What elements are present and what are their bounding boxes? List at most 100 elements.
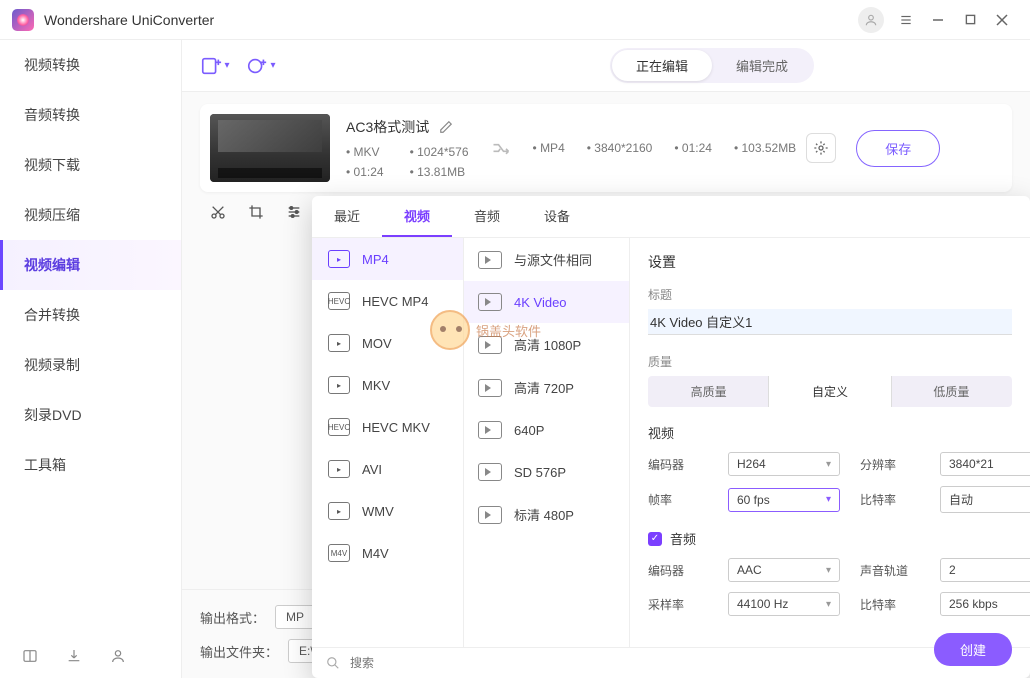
audio-sample-select[interactable]: 44100 Hz▾: [728, 592, 840, 616]
minimize-icon[interactable]: [922, 4, 954, 36]
out-res: • 3840*2160: [587, 141, 653, 155]
preset-720p[interactable]: 高清 720P: [464, 366, 629, 409]
quality-low[interactable]: 低质量: [891, 376, 1012, 407]
download-icon[interactable]: [66, 648, 82, 664]
src-size: • 13.81MB: [410, 165, 469, 179]
settings-panel: 设置 标题 质量 高质量 自定义 低质量 视频 编码器 H264▾ 分辨率 38…: [630, 238, 1030, 647]
sidebar-item-video-record[interactable]: 视频录制: [0, 340, 181, 390]
format-popup: 最近 视频 音频 设备 ▸MP4 HEVCHEVC MP4 ▸MOV ▸MKV …: [312, 196, 1030, 678]
sidebar-item-toolbox[interactable]: 工具箱: [0, 440, 181, 490]
audio-encoder-label: 编码器: [648, 562, 708, 579]
format-mp4[interactable]: ▸MP4: [312, 238, 463, 280]
popup-search-bar: [312, 647, 1030, 678]
rename-icon[interactable]: [439, 120, 453, 134]
maximize-icon[interactable]: [954, 4, 986, 36]
cut-icon[interactable]: [210, 204, 234, 220]
format-wmv[interactable]: ▸WMV: [312, 490, 463, 532]
video-fps-select[interactable]: 60 fps▾: [728, 488, 840, 512]
audio-bitrate-label: 比特率: [860, 596, 920, 613]
popup-tab-device[interactable]: 设备: [522, 196, 592, 237]
format-hevc-mkv[interactable]: HEVCHEVC MKV: [312, 406, 463, 448]
quality-high[interactable]: 高质量: [648, 376, 769, 407]
audio-bitrate-select[interactable]: 256 kbps: [940, 592, 1030, 616]
output-folder-label: 输出文件夹：: [200, 642, 278, 661]
audio-section-label: ✓音频: [648, 529, 1012, 548]
popup-tab-audio[interactable]: 音频: [452, 196, 522, 237]
src-format: • MKV: [346, 145, 384, 159]
sidebar-item-audio-convert[interactable]: 音频转换: [0, 90, 181, 140]
job-row: AC3格式测试 • MKV • 1024*576 • 01:24 • 13.81…: [200, 104, 1012, 192]
audio-channel-select[interactable]: 2: [940, 558, 1030, 582]
video-bitrate-label: 比特率: [860, 491, 920, 508]
out-duration: • 01:24: [674, 141, 712, 155]
video-encoder-select[interactable]: H264▾: [728, 452, 840, 476]
video-res-select[interactable]: 3840*21: [940, 452, 1030, 476]
audio-sample-label: 采样率: [648, 596, 708, 613]
sidebar-item-video-compress[interactable]: 视频压缩: [0, 190, 181, 240]
preset-576p[interactable]: SD 576P: [464, 451, 629, 493]
swap-icon[interactable]: [491, 138, 511, 158]
preset-4k[interactable]: 4K Video: [464, 281, 629, 323]
create-button[interactable]: 创建: [934, 633, 1012, 666]
title-label: 标题: [648, 286, 1012, 303]
preset-same-source[interactable]: 与源文件相同: [464, 238, 629, 281]
crop-icon[interactable]: [248, 204, 272, 220]
sidebar: 视频转换 音频转换 视频下载 视频压缩 视频编辑 合并转换 视频录制 刻录DVD…: [0, 40, 182, 678]
tab-editing[interactable]: 正在编辑: [612, 50, 712, 81]
popup-tab-recent[interactable]: 最近: [312, 196, 382, 237]
tab-done[interactable]: 编辑完成: [712, 50, 812, 81]
audio-checkbox[interactable]: ✓: [648, 532, 662, 546]
menu-icon[interactable]: [890, 4, 922, 36]
status-tabs: 正在编辑 编辑完成: [610, 48, 814, 83]
preset-480p[interactable]: 标清 480P: [464, 493, 629, 536]
search-input[interactable]: [350, 656, 1016, 670]
account-avatar[interactable]: [858, 7, 884, 33]
app-logo: [12, 9, 34, 31]
src-duration: • 01:24: [346, 165, 384, 179]
search-icon: [326, 656, 340, 670]
preset-640p[interactable]: 640P: [464, 409, 629, 451]
format-avi[interactable]: ▸AVI: [312, 448, 463, 490]
video-thumbnail[interactable]: [210, 114, 330, 182]
help-icon[interactable]: [22, 648, 38, 664]
format-mkv[interactable]: ▸MKV: [312, 364, 463, 406]
user-icon[interactable]: [110, 648, 126, 664]
job-title: AC3格式测试: [346, 117, 429, 137]
video-res-label: 分辨率: [860, 456, 920, 473]
quality-label: 质量: [648, 353, 1012, 370]
sidebar-item-burn-dvd[interactable]: 刻录DVD: [0, 390, 181, 440]
video-section-label: 视频: [648, 423, 1012, 442]
toolbar: ▾ ▾ 正在编辑 编辑完成: [182, 40, 1030, 92]
title-input[interactable]: [648, 309, 1012, 335]
format-mov[interactable]: ▸MOV: [312, 322, 463, 364]
out-size: • 103.52MB: [734, 141, 796, 155]
popup-tab-video[interactable]: 视频: [382, 196, 452, 237]
audio-channel-label: 声音轨道: [860, 562, 920, 579]
out-format: • MP4: [533, 141, 565, 155]
format-list: ▸MP4 HEVCHEVC MP4 ▸MOV ▸MKV HEVCHEVC MKV…: [312, 238, 464, 647]
add-file-icon[interactable]: ▾: [198, 51, 232, 81]
src-res: • 1024*576: [410, 145, 469, 159]
video-encoder-label: 编码器: [648, 456, 708, 473]
video-bitrate-select[interactable]: 自动: [940, 486, 1030, 513]
output-format-label: 输出格式：: [200, 608, 265, 627]
close-icon[interactable]: [986, 4, 1018, 36]
sidebar-item-video-edit[interactable]: 视频编辑: [0, 240, 181, 290]
format-m4v[interactable]: M4VM4V: [312, 532, 463, 574]
audio-encoder-select[interactable]: AAC▾: [728, 558, 840, 582]
quality-custom[interactable]: 自定义: [769, 376, 890, 407]
preset-1080p[interactable]: 高清 1080P: [464, 323, 629, 366]
add-url-icon[interactable]: ▾: [244, 51, 278, 81]
popup-tabs: 最近 视频 音频 设备: [312, 196, 1030, 238]
format-hevc-mp4[interactable]: HEVCHEVC MP4: [312, 280, 463, 322]
preset-list: 与源文件相同 4K Video 高清 1080P 高清 720P 640P SD…: [464, 238, 630, 647]
sidebar-item-video-download[interactable]: 视频下载: [0, 140, 181, 190]
titlebar: Wondershare UniConverter: [0, 0, 1030, 40]
adjust-icon[interactable]: [286, 204, 310, 220]
save-button[interactable]: 保存: [856, 130, 940, 167]
settings-gear-icon[interactable]: [806, 133, 836, 163]
quality-segment: 高质量 自定义 低质量: [648, 376, 1012, 407]
video-fps-label: 帧率: [648, 491, 708, 508]
sidebar-item-merge-convert[interactable]: 合并转换: [0, 290, 181, 340]
sidebar-item-video-convert[interactable]: 视频转换: [0, 40, 181, 90]
